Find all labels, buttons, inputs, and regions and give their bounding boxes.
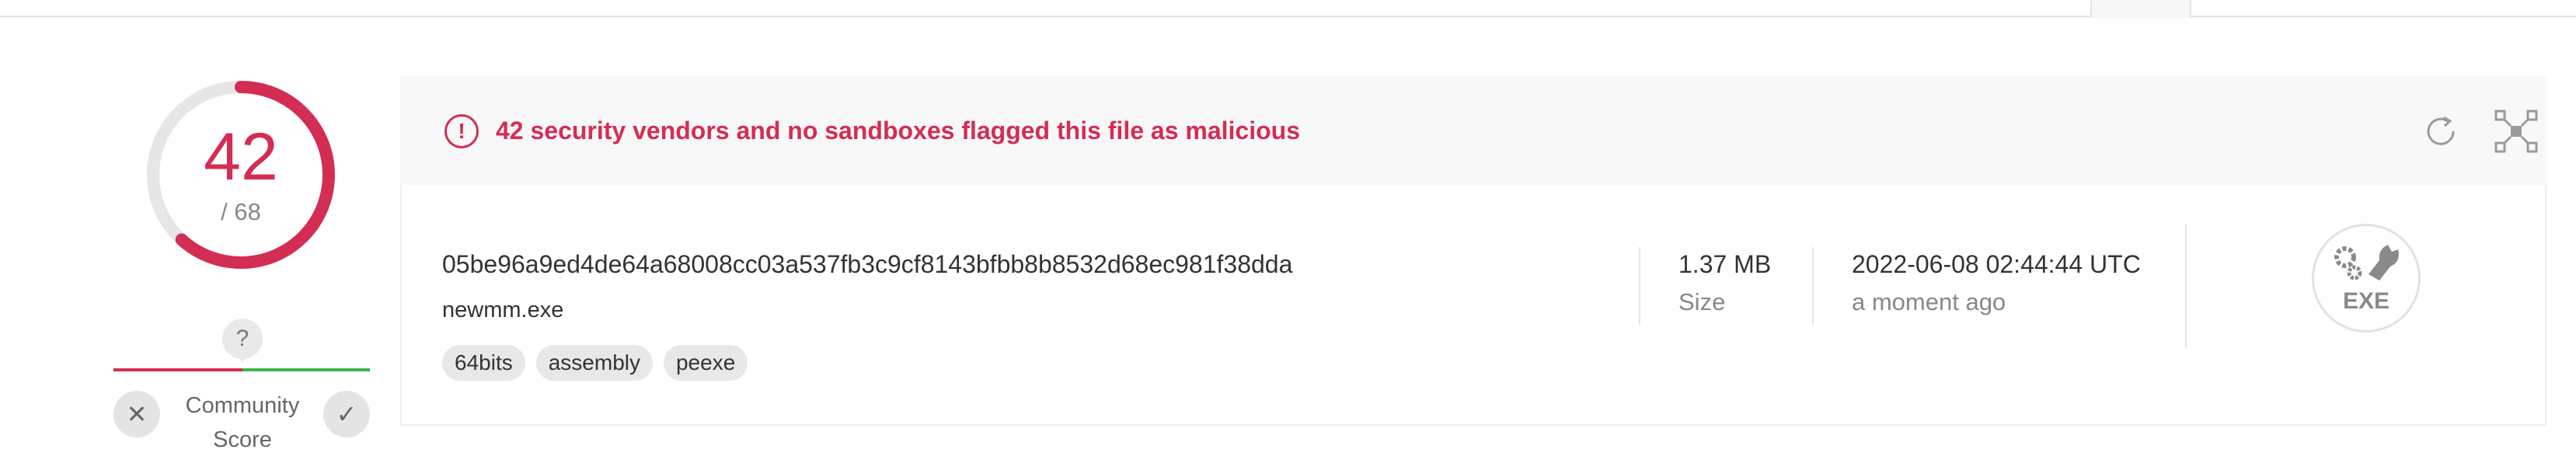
upvote-button[interactable]: ✓ — [323, 391, 370, 437]
file-tag[interactable]: assembly — [535, 345, 653, 381]
close-icon: ✕ — [126, 400, 148, 428]
exe-file-icon: EXE — [2312, 224, 2421, 333]
community-score-label: Community Score — [165, 389, 320, 453]
file-tag[interactable]: 64bits — [442, 345, 525, 381]
check-icon: ✓ — [336, 400, 357, 428]
file-tags: 64bits assembly peexe — [442, 345, 748, 381]
refresh-icon[interactable] — [2421, 111, 2461, 152]
file-tag[interactable]: peexe — [663, 345, 748, 381]
divider — [1639, 247, 1640, 325]
graph-icon[interactable] — [2494, 109, 2539, 154]
file-name: newmm.exe — [442, 298, 564, 322]
community-score: ? ✕ Community Score ✓ — [109, 319, 373, 453]
divider — [1812, 247, 1814, 325]
community-bar-positive — [242, 368, 370, 371]
top-bar-tab[interactable] — [2090, 0, 2191, 17]
downvote-button[interactable]: ✕ — [113, 391, 160, 437]
detection-message: 42 security vendors and no sandboxes fla… — [496, 117, 1300, 145]
divider — [2185, 224, 2187, 348]
exe-label: EXE — [2342, 288, 2390, 314]
detection-banner: ! 42 security vendors and no sandboxes f… — [400, 76, 2546, 185]
question-icon[interactable]: ? — [222, 319, 263, 359]
detection-score-gauge: 42 / 68 — [140, 74, 342, 276]
question-bubble-pointer — [235, 354, 249, 362]
file-size-label: Size — [1678, 288, 1726, 315]
detection-count: 42 — [204, 120, 278, 194]
file-details: 05be96a9ed4de64a68008cc03a537fb3c9cf8143… — [400, 185, 2546, 426]
analysis-date: 2022-06-08 02:44:44 UTC — [1852, 250, 2141, 278]
detection-total: / 68 — [221, 198, 261, 225]
community-score-label-line2: Score — [213, 427, 272, 452]
top-bar — [0, 0, 2576, 17]
analysis-date-relative: a moment ago — [1852, 288, 2006, 315]
alert-circle-icon: ! — [444, 114, 479, 148]
community-bar-negative — [113, 368, 242, 371]
file-size: 1.37 MB — [1678, 250, 1772, 278]
file-hash[interactable]: 05be96a9ed4de64a68008cc03a537fb3c9cf8143… — [442, 250, 1292, 279]
community-score-label-line1: Community — [185, 393, 300, 418]
